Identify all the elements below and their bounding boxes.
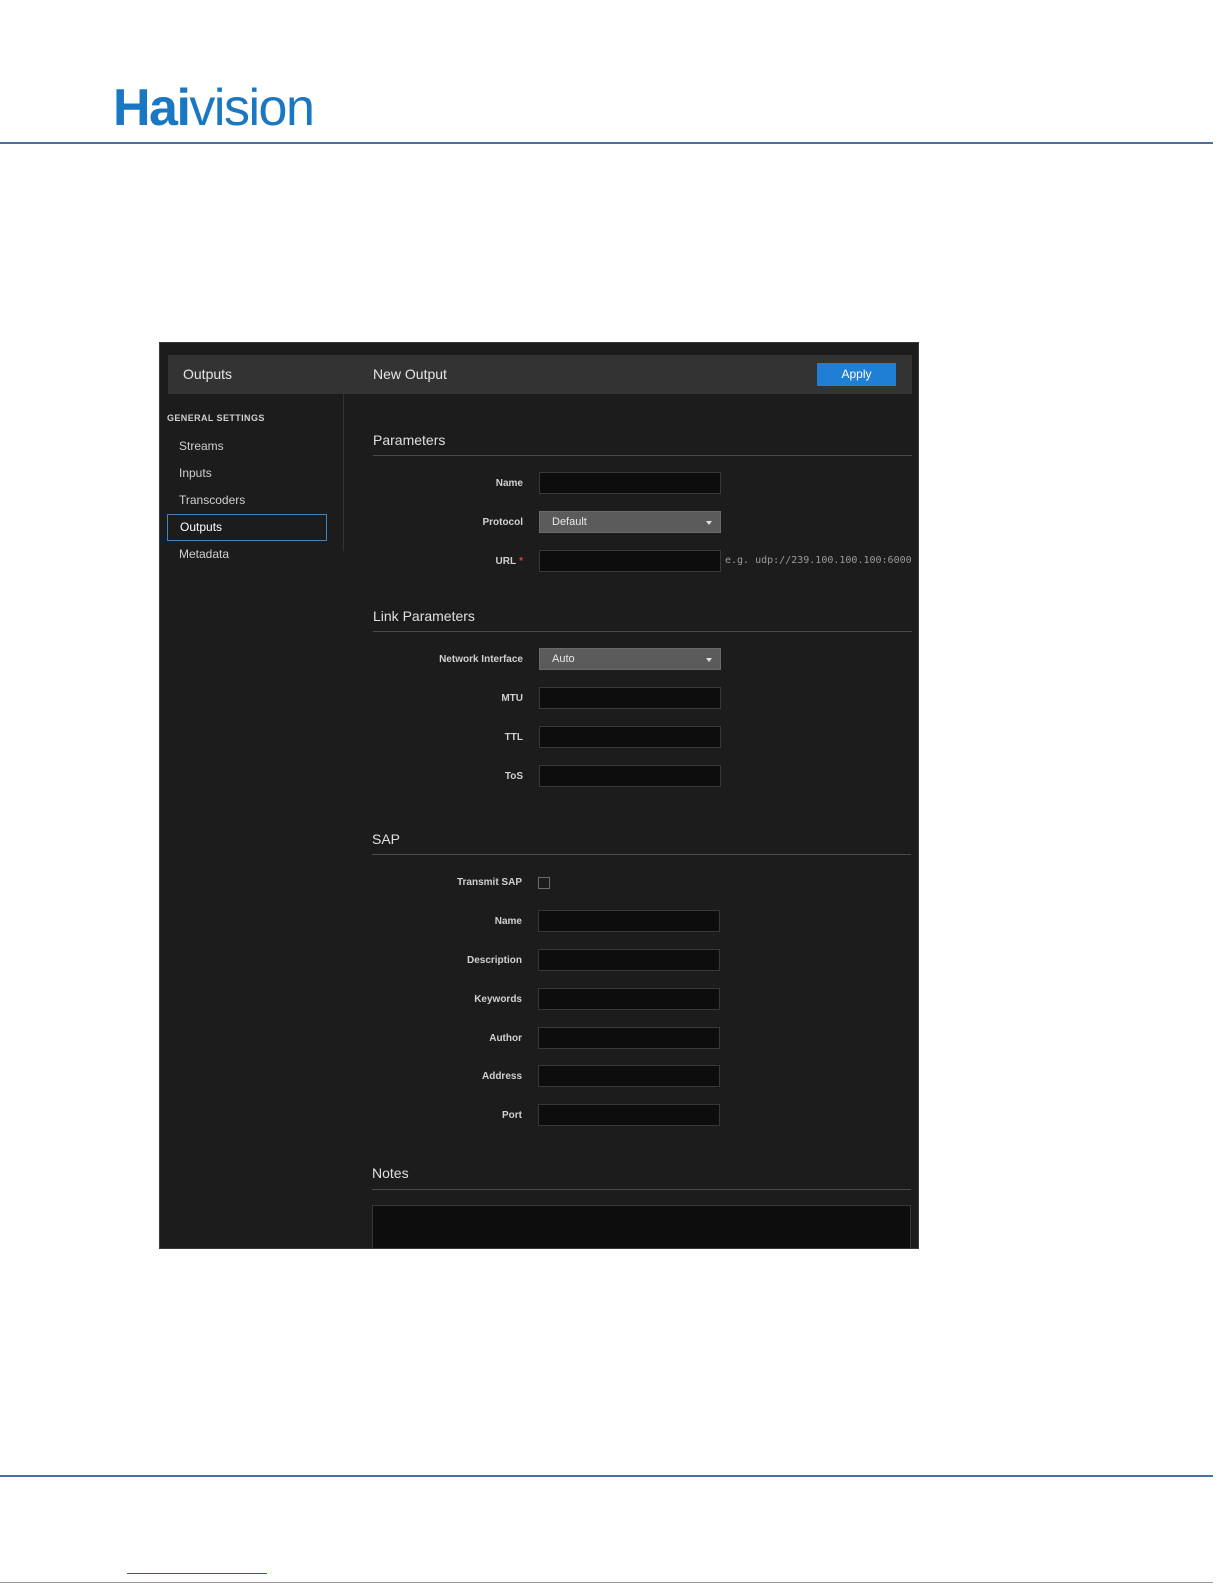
port-input[interactable] (538, 1104, 720, 1126)
network-interface-select-value: Auto (552, 653, 575, 665)
notes-section-title: Notes (372, 1165, 409, 1181)
haivision-logo: Haivision (113, 79, 315, 137)
author-input[interactable] (538, 1027, 720, 1049)
sidebar-item-metadata[interactable]: Metadata (167, 541, 327, 568)
link-parameters-section-title: Link Parameters (373, 608, 475, 624)
page-title: New Output (373, 366, 447, 382)
port-label: Port (502, 1110, 522, 1121)
description-input[interactable] (538, 949, 720, 971)
url-label-text: URL (495, 556, 517, 567)
footer-link-underline (127, 1573, 267, 1574)
tos-input[interactable] (539, 765, 721, 787)
parameters-section-title: Parameters (373, 432, 446, 448)
name-input[interactable] (539, 472, 721, 494)
url-label: URL * (363, 556, 523, 567)
logo-regular-text: vision (189, 79, 314, 137)
tos-label: ToS (504, 771, 523, 782)
link-parameters-section-rule (373, 631, 912, 632)
sap-name-input[interactable] (538, 910, 720, 932)
protocol-select-value: Default (552, 516, 587, 528)
mtu-input[interactable] (539, 687, 721, 709)
notes-section-rule (372, 1189, 911, 1190)
apply-button[interactable]: Apply (817, 363, 896, 386)
sap-section-title: SAP (372, 831, 401, 847)
ttl-input[interactable] (539, 726, 721, 748)
url-hint: e.g. udp://239.100.100.100:6000 (725, 555, 912, 566)
sidebar-item-inputs[interactable]: Inputs (167, 460, 327, 487)
header-rule (0, 142, 1213, 144)
sap-section-rule (372, 854, 911, 855)
chevron-down-icon (706, 658, 712, 662)
sidebar-item-transcoders[interactable]: Transcoders (167, 487, 327, 514)
protocol-select[interactable]: Default (539, 511, 721, 533)
address-label: Address (481, 1071, 522, 1082)
description-label: Description (466, 955, 522, 966)
keywords-input[interactable] (538, 988, 720, 1010)
mtu-label: MTU (501, 693, 523, 704)
new-output-window: Outputs New Output Apply GENERAL SETTING… (159, 342, 919, 1249)
network-interface-label: Network Interface (439, 654, 523, 665)
transmit-sap-label: Transmit SAP (456, 877, 522, 888)
network-interface-select[interactable]: Auto (539, 648, 721, 670)
sidebar-item-streams[interactable]: Streams (167, 433, 327, 460)
sidebar-item-outputs[interactable]: Outputs (167, 514, 327, 541)
protocol-label: Protocol (482, 517, 523, 528)
sidebar-divider (343, 394, 344, 551)
title-bar: Outputs New Output Apply (168, 355, 912, 394)
sidebar: GENERAL SETTINGS Streams Inputs Transcod… (160, 394, 343, 1248)
ttl-label: TTL (504, 732, 523, 743)
notes-textarea[interactable] (372, 1205, 911, 1248)
sap-name-label: Name (494, 916, 522, 927)
transmit-sap-checkbox[interactable] (538, 877, 550, 889)
name-label: Name (495, 478, 523, 489)
address-input[interactable] (538, 1065, 720, 1087)
section-title: Outputs (183, 366, 233, 382)
logo-bold-text: Hai (113, 79, 191, 137)
chevron-down-icon (706, 521, 712, 525)
required-marker: * (519, 556, 523, 567)
footer-bottom-rule (0, 1582, 1213, 1583)
sidebar-heading: GENERAL SETTINGS (167, 413, 265, 423)
author-label: Author (489, 1033, 522, 1044)
footer-rule (0, 1475, 1213, 1477)
keywords-label: Keywords (474, 994, 522, 1005)
parameters-section-rule (373, 455, 912, 456)
url-input[interactable] (539, 550, 721, 572)
